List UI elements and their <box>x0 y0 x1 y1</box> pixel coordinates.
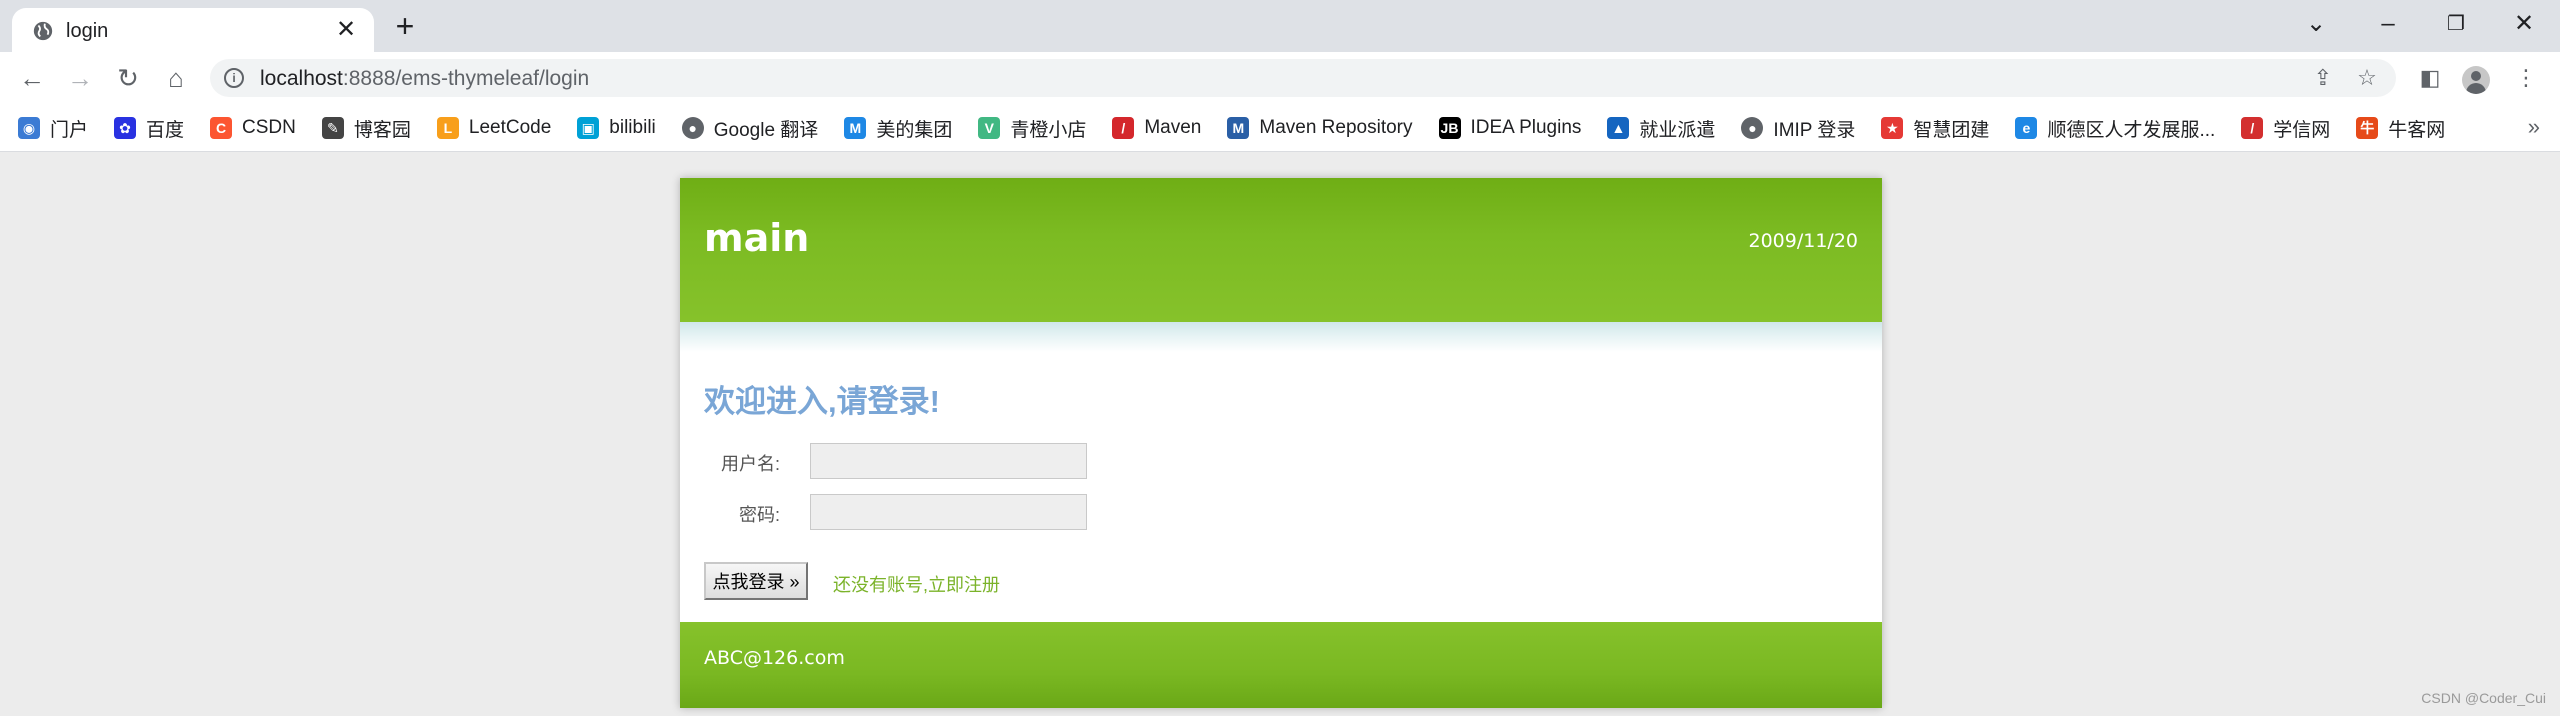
restore-button[interactable]: ❐ <box>2436 6 2476 42</box>
bookmarks-bar: ◉ 门户 ✿ 百度 C CSDN ✎ 博客园 L LeetCode ▣ bilibili ● Google… <box>0 104 2560 152</box>
bookmark-item[interactable]: JB IDEA Plugins <box>1438 117 1582 139</box>
bookmark-label: 牛客网 <box>2388 119 2446 141</box>
bookmark-label: 学信网 <box>2273 119 2331 141</box>
bookmark-item[interactable]: ◉ 门户 <box>18 115 88 142</box>
forward-button[interactable]: → <box>64 62 96 94</box>
bookmark-label: IMIP 登录 <box>1773 119 1856 141</box>
tab-title: login <box>66 20 109 42</box>
profile-avatar[interactable] <box>2462 66 2490 94</box>
bookmark-label: Maven <box>1144 117 1202 138</box>
portal-icon: ◉ <box>18 117 40 139</box>
page-header: main 2009/11/20 <box>680 178 1882 322</box>
close-window-button[interactable]: ✕ <box>2504 6 2544 42</box>
address-url[interactable]: localhost:8888/ems-thymeleaf/login <box>260 67 589 91</box>
username-label: 用户名: <box>720 454 780 474</box>
bookmark-item[interactable]: / 学信网 <box>2241 115 2330 142</box>
password-input[interactable] <box>810 494 1087 530</box>
tab-strip: login ✕ + ⌄ – ❐ ✕ <box>0 0 2560 52</box>
new-tab-button[interactable]: + <box>388 10 422 44</box>
bookmark-label: 智慧团建 <box>1913 119 1990 141</box>
graduation-cap-icon: ▲ <box>1607 117 1630 139</box>
bookmark-item[interactable]: ✎ 博客园 <box>321 115 411 142</box>
footer-email: ABC@126.com <box>704 647 845 669</box>
bookmark-item[interactable]: L LeetCode <box>436 117 552 139</box>
bookmark-label: 门户 <box>50 119 89 141</box>
register-link[interactable]: 还没有账号,立即注册 <box>833 571 1000 597</box>
more-bookmarks-icon[interactable]: » <box>2528 114 2540 140</box>
back-button[interactable]: ← <box>16 62 48 94</box>
share-icon[interactable]: ⇪ <box>2310 65 2336 91</box>
bookmark-item[interactable]: C CSDN <box>210 117 296 139</box>
reload-button[interactable]: ↻ <box>112 62 144 94</box>
bookmark-item[interactable]: ● Google 翻译 <box>681 115 819 142</box>
bookmark-item[interactable]: ▣ bilibili <box>577 117 656 139</box>
nowcoder-icon: 牛 <box>2356 117 2379 139</box>
bookmark-item[interactable]: / Maven <box>1112 117 1201 139</box>
globe-icon: ● <box>681 117 704 139</box>
address-bar[interactable]: i localhost:8888/ems-thymeleaf/login ⇪ ☆ <box>210 59 2396 97</box>
bookmark-label: 百度 <box>146 119 185 141</box>
bookmark-item[interactable]: M Maven Repository <box>1227 117 1413 139</box>
close-tab-icon[interactable]: ✕ <box>332 16 360 44</box>
bookmark-item[interactable]: ✿ 百度 <box>114 115 184 142</box>
bookmark-item[interactable]: M 美的集团 <box>844 115 952 142</box>
tab-search-icon[interactable]: ⌄ <box>2296 6 2336 42</box>
bilibili-icon: ▣ <box>577 117 600 139</box>
page-footer: ABC@126.com <box>680 622 1882 708</box>
bookmark-list: ◉ 门户 ✿ 百度 C CSDN ✎ 博客园 L LeetCode ▣ bilibili ● Google… <box>18 104 2471 152</box>
bookmark-label: bilibili <box>609 117 656 138</box>
bookmark-star-icon[interactable]: ☆ <box>2354 65 2380 91</box>
bookmark-label: Google 翻译 <box>713 119 819 141</box>
url-path: :8888/ems-thymeleaf/login <box>342 67 590 90</box>
bookmark-label: 博客园 <box>353 119 411 141</box>
header-title: main <box>704 216 810 260</box>
cnblogs-icon: ✎ <box>321 117 344 139</box>
header-divider <box>680 322 1882 352</box>
jetbrains-icon: JB <box>1438 117 1461 139</box>
login-button[interactable]: 点我登录 » <box>704 562 808 600</box>
browser-toolbar: ← → ↻ ⌂ i localhost:8888/ems-thymeleaf/l… <box>0 52 2560 104</box>
paw-icon: ✿ <box>114 117 137 139</box>
csdn-icon: C <box>210 117 233 139</box>
login-heading: 欢迎进入,请登录! <box>704 384 940 419</box>
bookmark-item[interactable]: 牛牛客网 <box>2356 115 2445 142</box>
bookmark-label: CSDN <box>242 117 296 138</box>
bookmark-label: 顺德区人才发展服... <box>2047 119 2216 141</box>
emblem-icon: ★ <box>1881 117 1904 139</box>
url-host: localhost <box>260 67 343 90</box>
bookmark-label: Maven Repository <box>1259 117 1413 138</box>
chsi-icon: / <box>2241 117 2264 139</box>
bookmark-label: LeetCode <box>468 117 552 138</box>
leetcode-icon: L <box>436 117 459 139</box>
bookmark-item[interactable]: ▲ 就业派遣 <box>1607 115 1715 142</box>
side-panel-icon[interactable]: ◧ <box>2414 62 2446 94</box>
bookmark-label: IDEA Plugins <box>1470 117 1582 138</box>
bookmark-item[interactable]: ★ 智慧团建 <box>1881 115 1989 142</box>
globe-icon: ● <box>1741 117 1764 139</box>
password-label: 密码: <box>738 505 780 525</box>
feather-icon: / <box>1112 117 1135 139</box>
minimize-button[interactable]: – <box>2368 6 2408 42</box>
bookmark-label: 青橙小店 <box>1010 119 1087 141</box>
mvn-icon: M <box>1227 117 1250 139</box>
page-container: main 2009/11/20 欢迎进入,请登录! 用户名: 密码: 点我登录 … <box>680 178 1882 708</box>
username-input[interactable] <box>810 443 1087 479</box>
edge-icon: e <box>2015 117 2038 139</box>
vue-icon: V <box>978 117 1001 139</box>
bookmark-item[interactable]: e 顺德区人才发展服... <box>2015 115 2215 142</box>
bookmark-label: 就业派遣 <box>1639 119 1716 141</box>
menu-kebab-icon[interactable]: ⋮ <box>2510 62 2542 94</box>
bookmark-item[interactable]: V 青橙小店 <box>978 115 1086 142</box>
midea-icon: M <box>844 117 867 139</box>
watermark: CSDN @Coder_Cui <box>2421 690 2546 706</box>
home-button[interactable]: ⌂ <box>160 62 192 94</box>
header-date: 2009/11/20 <box>1748 230 1858 252</box>
bookmark-label: 美的集团 <box>876 119 953 141</box>
bookmark-item[interactable]: ● IMIP 登录 <box>1741 115 1855 142</box>
globe-icon <box>33 21 53 41</box>
tab-login[interactable]: login ✕ <box>12 8 374 52</box>
site-info-icon[interactable]: i <box>224 68 244 88</box>
